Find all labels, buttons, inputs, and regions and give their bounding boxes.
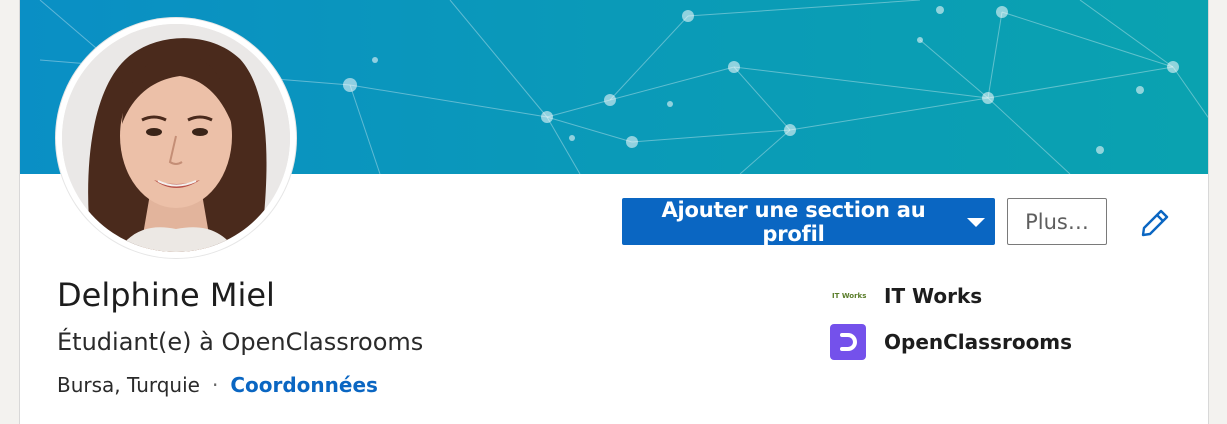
it-works-logo-icon: IT Works	[827, 278, 867, 314]
it-works-logo-text: IT Works	[832, 292, 867, 300]
add-profile-section-button[interactable]: Ajouter une section au profil	[622, 197, 995, 246]
contact-info-link[interactable]: Coordonnées	[230, 373, 378, 397]
company-openclassrooms[interactable]: OpenClassrooms	[830, 324, 1072, 360]
location-row: Bursa, Turquie · Coordonnées	[57, 373, 378, 397]
add-profile-section-label: Ajouter une section au profil	[661, 197, 926, 246]
company-it-works[interactable]: IT Works IT Works	[827, 278, 983, 314]
person-photo	[62, 24, 290, 252]
caret-down-icon	[967, 218, 985, 227]
avatar	[62, 24, 290, 252]
separator-dot: ·	[211, 373, 219, 397]
profile-location: Bursa, Turquie	[57, 373, 200, 397]
openclassrooms-logo-icon	[830, 324, 866, 360]
profile-headline: Étudiant(e) à OpenClassrooms	[57, 328, 424, 356]
pencil-icon	[1141, 209, 1169, 237]
profile-name: Delphine Miel	[57, 276, 275, 314]
profile-photo[interactable]	[56, 18, 296, 258]
more-button[interactable]: Plus…	[1007, 198, 1107, 245]
edit-profile-button[interactable]	[1135, 203, 1175, 243]
company-name: IT Works	[884, 284, 983, 308]
profile-card: Ajouter une section au profil Plus… Delp…	[19, 0, 1209, 424]
company-name: OpenClassrooms	[884, 330, 1073, 354]
